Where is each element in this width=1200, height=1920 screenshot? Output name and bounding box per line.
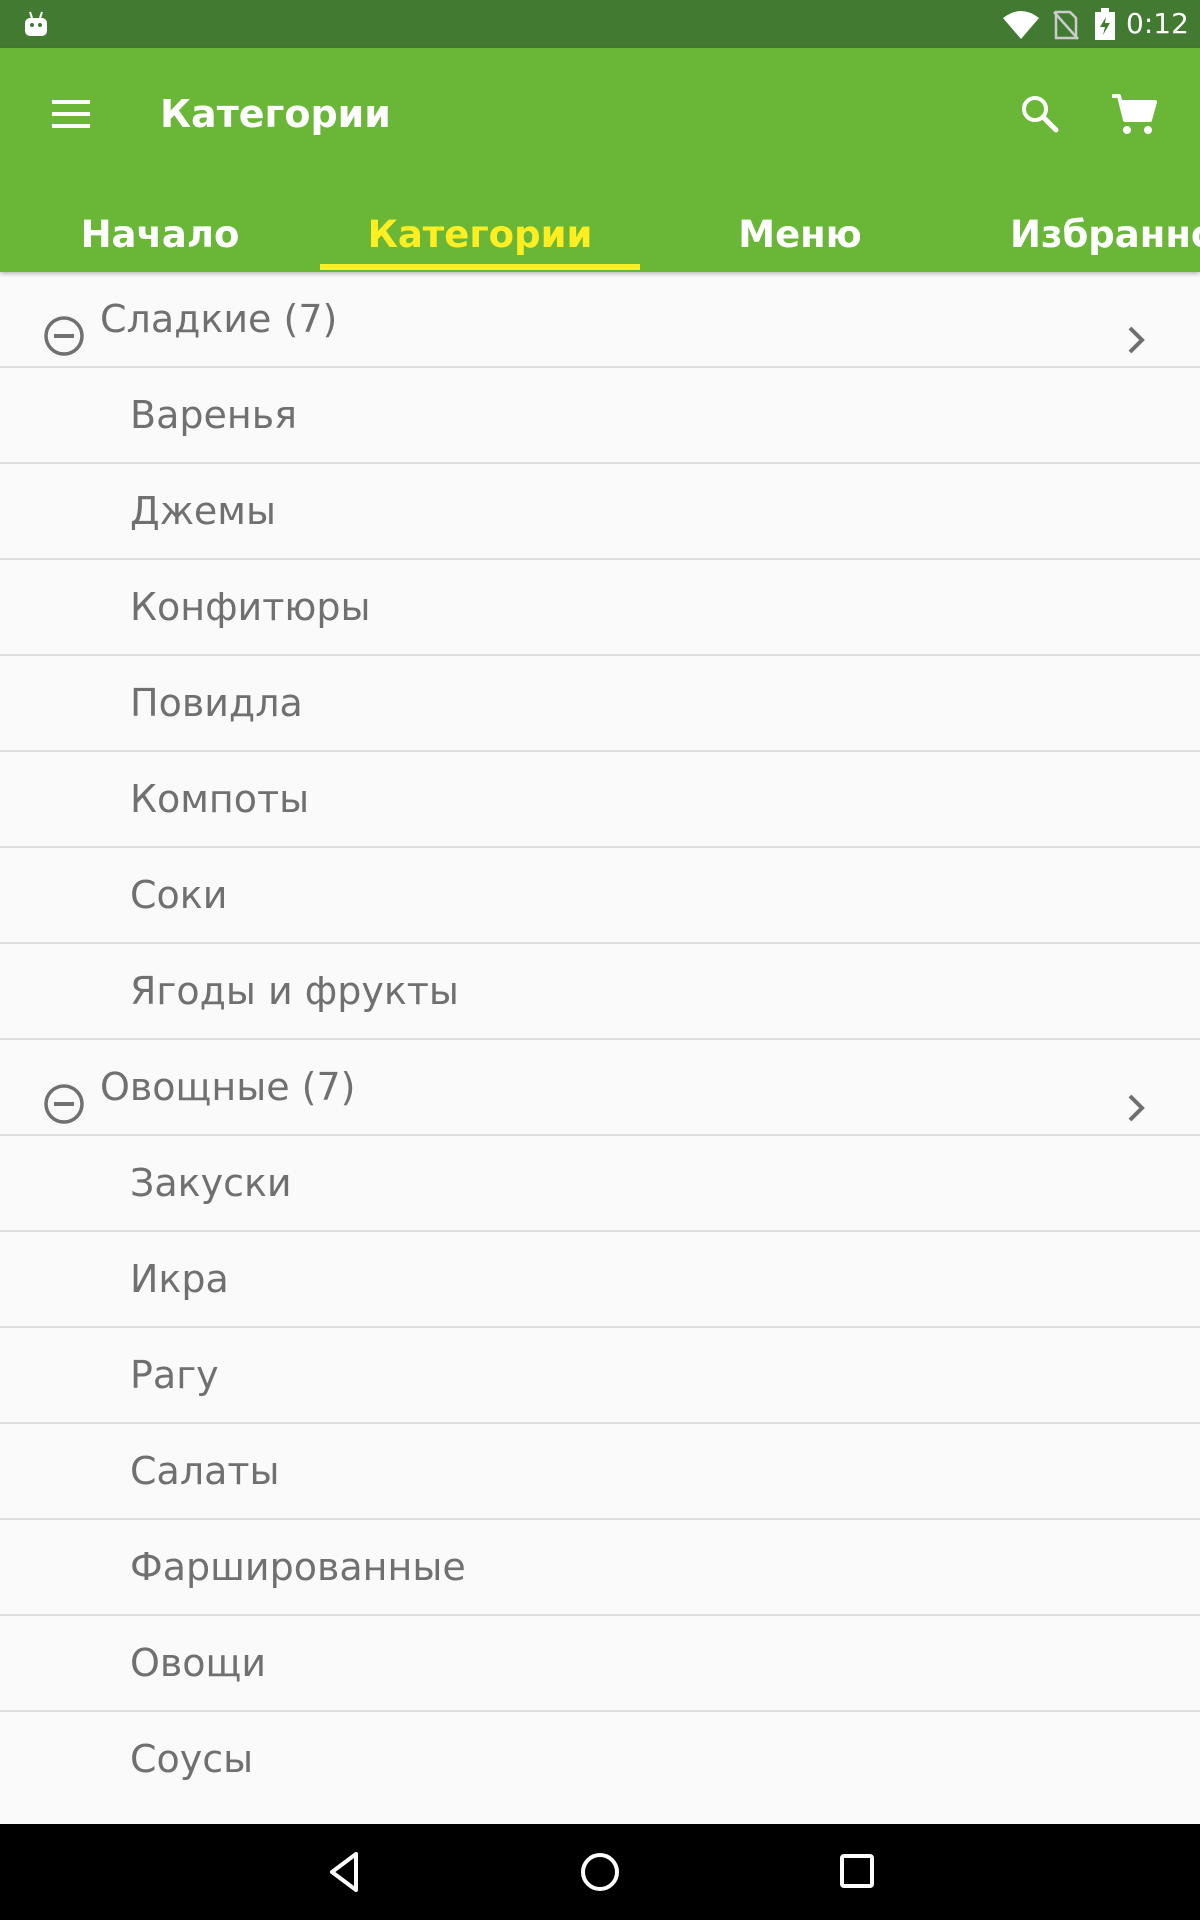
category-group-label: Сладкие (7) xyxy=(100,297,338,341)
menu-icon[interactable] xyxy=(48,94,96,134)
list-item-label: Соусы xyxy=(130,1737,254,1781)
list-item[interactable]: Закуски xyxy=(0,1136,1200,1232)
list-item[interactable]: Конфитюры xyxy=(0,560,1200,656)
list-item[interactable]: Ягоды и фрукты xyxy=(0,944,1200,1040)
status-bar: 0:12 xyxy=(0,0,1200,48)
list-item-label: Салаты xyxy=(130,1449,280,1493)
tab-menu[interactable]: Меню xyxy=(640,198,960,272)
list-item[interactable]: Соусы xyxy=(0,1712,1200,1784)
chevron-right-icon[interactable] xyxy=(1120,1068,1152,1122)
list-item-label: Джемы xyxy=(130,489,276,533)
list-item[interactable]: Соки xyxy=(0,848,1200,944)
category-group[interactable]: Овощные (7) xyxy=(0,1040,1200,1136)
active-tab-indicator xyxy=(320,264,640,270)
list-item-label: Компоты xyxy=(130,777,310,821)
list-item[interactable]: Салаты xyxy=(0,1424,1200,1520)
collapse-minus-icon[interactable] xyxy=(42,1066,86,1124)
home-icon[interactable] xyxy=(578,1850,622,1894)
list-item-label: Ягоды и фрукты xyxy=(130,969,459,1013)
tab-home[interactable]: Начало xyxy=(0,198,320,272)
category-group[interactable]: Сладкие (7) xyxy=(0,272,1200,368)
collapse-minus-icon[interactable] xyxy=(42,298,86,356)
list-item[interactable]: Компоты xyxy=(0,752,1200,848)
page-title: Категории xyxy=(160,92,391,136)
android-icon xyxy=(25,11,47,36)
list-item[interactable]: Икра xyxy=(0,1232,1200,1328)
list-item-label: Соки xyxy=(130,873,228,917)
recents-icon[interactable] xyxy=(838,1852,876,1890)
list-item[interactable]: Овощи xyxy=(0,1616,1200,1712)
tab-favorites[interactable]: Избранно xyxy=(1010,198,1200,272)
category-list[interactable]: Сладкие (7) Варенья Джемы Конфитюры Повидла К… xyxy=(0,272,1200,1784)
list-item-label: Рагу xyxy=(130,1353,219,1397)
wifi-icon xyxy=(1003,11,1039,39)
no-sim-icon xyxy=(1053,10,1079,40)
list-item-label: Конфитюры xyxy=(130,585,371,629)
list-item[interactable]: Рагу xyxy=(0,1328,1200,1424)
list-item-label: Закуски xyxy=(130,1161,292,1205)
list-item[interactable]: Повидла xyxy=(0,656,1200,752)
back-icon[interactable] xyxy=(326,1848,362,1896)
list-item[interactable]: Джемы xyxy=(0,464,1200,560)
tab-categories[interactable]: Категории xyxy=(320,198,640,272)
category-group-label: Овощные (7) xyxy=(100,1065,356,1109)
cart-icon[interactable] xyxy=(1108,88,1160,140)
list-item-label: Фаршированные xyxy=(130,1545,466,1589)
list-item-label: Икра xyxy=(130,1257,229,1301)
list-item[interactable]: Фаршированные xyxy=(0,1520,1200,1616)
list-item[interactable]: Варенья xyxy=(0,368,1200,464)
list-item-label: Повидла xyxy=(130,681,303,725)
status-clock: 0:12 xyxy=(1126,7,1189,40)
navigation-bar xyxy=(0,1824,1200,1920)
battery-charging-icon xyxy=(1095,8,1115,40)
list-item-label: Овощи xyxy=(130,1641,267,1685)
list-item-label: Варенья xyxy=(130,393,297,437)
app-bar: Категории Начало Категории Меню Избранно xyxy=(0,48,1200,272)
search-icon[interactable] xyxy=(1016,90,1064,138)
chevron-right-icon[interactable] xyxy=(1120,300,1152,354)
